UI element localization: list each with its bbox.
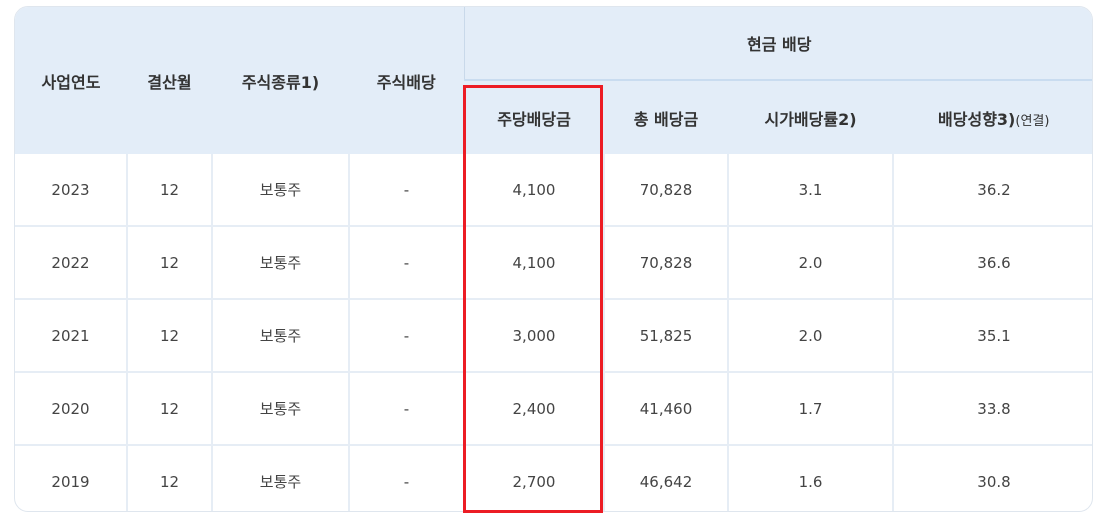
cell-payout: 30.8 [891, 444, 1092, 511]
cell-stock-dividend: - [348, 298, 464, 372]
cell-per-share: 4,100 [463, 225, 604, 299]
table-header: 사업연도 결산월 주식종류1) 주식배당 현금 배당 주당배당금 총 배당금 시… [15, 7, 1092, 154]
header-payout-note: (연결) [1015, 113, 1050, 129]
header-payout-label: 배당성향3) [938, 109, 1016, 129]
cell-stock-dividend: - [348, 371, 464, 445]
cell-total: 46,642 [603, 444, 728, 511]
table-row: 2021 12 보통주 - 3,000 51,825 2.0 35.1 [15, 298, 1092, 372]
header-stock-dividend: 주식배당 [349, 7, 464, 154]
cell-year: 2020 [15, 371, 127, 445]
cell-stock-type: 보통주 [211, 154, 349, 226]
cell-stock-dividend: - [348, 154, 464, 226]
cell-total: 70,828 [603, 225, 728, 299]
header-cash-dividend-group: 현금 배당 [463, 7, 1092, 81]
cell-total: 51,825 [603, 298, 728, 372]
dividend-table: 사업연도 결산월 주식종류1) 주식배당 현금 배당 주당배당금 총 배당금 시… [15, 7, 1092, 511]
cell-stock-dividend: - [348, 444, 464, 511]
header-per-share-dividend: 주당배당금 [463, 80, 604, 154]
cell-stock-dividend: - [348, 225, 464, 299]
header-payout-ratio: 배당성향3)(연결) [892, 80, 1092, 154]
cell-per-share: 4,100 [463, 154, 604, 226]
header-dividend-yield: 시가배당률2) [727, 80, 893, 154]
cell-total: 70,828 [603, 154, 728, 226]
header-year: 사업연도 [15, 7, 127, 154]
cell-month: 12 [126, 444, 212, 511]
cell-payout: 35.1 [891, 298, 1092, 372]
table-row: 2020 12 보통주 - 2,400 41,460 1.7 33.8 [15, 371, 1092, 445]
table-body: 2023 12 보통주 - 4,100 70,828 3.1 36.2 2022… [15, 154, 1092, 511]
header-month: 결산월 [127, 7, 212, 154]
header-total-dividend: 총 배당금 [603, 80, 728, 154]
cell-year: 2022 [15, 225, 127, 299]
cell-stock-type: 보통주 [211, 298, 349, 372]
table-row: 2023 12 보통주 - 4,100 70,828 3.1 36.2 [15, 154, 1092, 226]
cell-per-share: 3,000 [463, 298, 604, 372]
cell-yield: 2.0 [727, 225, 893, 299]
cell-payout: 33.8 [891, 371, 1092, 445]
cell-year: 2019 [15, 444, 127, 511]
cell-total: 41,460 [603, 371, 728, 445]
cell-yield: 3.1 [727, 154, 893, 226]
cell-year: 2021 [15, 298, 127, 372]
cell-stock-type: 보통주 [211, 444, 349, 511]
cell-payout: 36.6 [891, 225, 1092, 299]
table-row: 2022 12 보통주 - 4,100 70,828 2.0 36.6 [15, 225, 1092, 299]
cell-month: 12 [126, 371, 212, 445]
cell-yield: 2.0 [727, 298, 893, 372]
header-stock-type: 주식종류1) [212, 7, 349, 154]
cell-payout: 36.2 [891, 154, 1092, 226]
cell-per-share: 2,700 [463, 444, 604, 511]
cell-year: 2023 [51, 180, 90, 199]
cell-month: 12 [126, 154, 212, 226]
table-row: 2019 12 보통주 - 2,700 46,642 1.6 30.8 [15, 444, 1092, 511]
cell-yield: 1.7 [727, 371, 893, 445]
cell-per-share: 2,400 [463, 371, 604, 445]
cell-month: 12 [126, 298, 212, 372]
dividend-table-container: 사업연도 결산월 주식종류1) 주식배당 현금 배당 주당배당금 총 배당금 시… [14, 6, 1093, 512]
cell-yield: 1.6 [727, 444, 893, 511]
cell-stock-type: 보통주 [211, 225, 349, 299]
cell-month: 12 [126, 225, 212, 299]
cell-stock-type: 보통주 [211, 371, 349, 445]
